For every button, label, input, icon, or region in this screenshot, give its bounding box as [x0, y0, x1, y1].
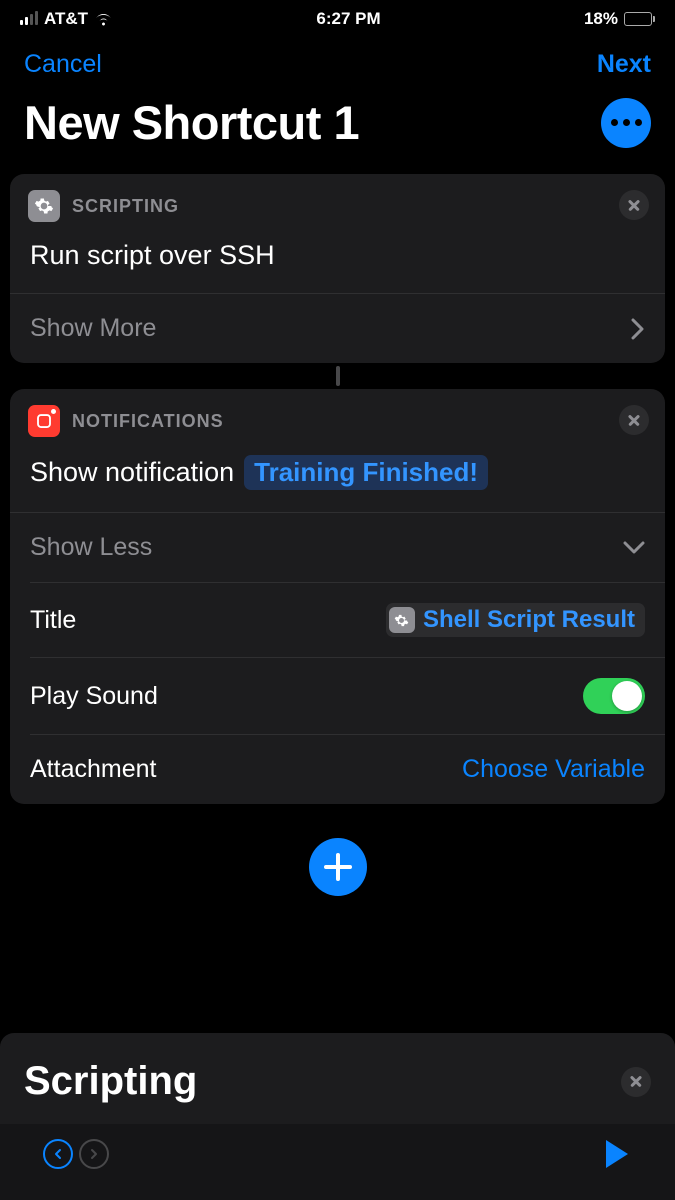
action-card-notifications: NOTIFICATIONS Show notification Training… — [10, 389, 665, 804]
status-bar: AT&T 6:27 PM 18% — [0, 0, 675, 38]
battery-icon — [624, 12, 655, 26]
chevron-down-icon — [623, 541, 645, 555]
editor-toolbar — [0, 1124, 675, 1200]
action-title: Run script over SSH — [30, 240, 275, 271]
attachment-row[interactable]: Attachment Choose Variable — [10, 735, 665, 804]
action-title: Show notification — [30, 457, 234, 488]
title-variable-name: Shell Script Result — [423, 606, 635, 634]
field-label-title: Title — [30, 606, 76, 635]
play-sound-toggle[interactable] — [583, 678, 645, 714]
close-sheet-button[interactable] — [621, 1067, 651, 1097]
expand-toggle-label: Show Less — [30, 533, 152, 562]
page-title: New Shortcut 1 — [24, 95, 359, 150]
action-card-scripting: SCRIPTING Run script over SSH Show More — [10, 174, 665, 363]
expand-toggle-label: Show More — [30, 314, 156, 343]
remove-action-button[interactable] — [619, 190, 649, 220]
nav-bar: Cancel Next — [0, 38, 675, 85]
run-button[interactable] — [599, 1136, 635, 1172]
notification-body-param[interactable]: Training Finished! — [244, 455, 488, 490]
sheet-title: Scripting — [24, 1059, 197, 1104]
field-label-attachment: Attachment — [30, 755, 156, 784]
gear-icon — [28, 190, 60, 222]
remove-action-button[interactable] — [619, 405, 649, 435]
chevron-right-icon — [631, 318, 645, 340]
wifi-icon — [94, 12, 113, 26]
field-label-play-sound: Play Sound — [30, 682, 158, 711]
gear-icon — [389, 607, 415, 633]
cancel-button[interactable]: Cancel — [24, 50, 102, 79]
action-connector — [336, 366, 340, 386]
add-action-button[interactable] — [309, 838, 367, 896]
carrier-label: AT&T — [44, 9, 88, 29]
redo-button — [76, 1136, 112, 1172]
battery-percentage: 18% — [584, 9, 618, 29]
title-variable-chip[interactable]: Shell Script Result — [386, 603, 645, 637]
action-category-label: SCRIPTING — [72, 196, 179, 217]
notification-icon — [28, 405, 60, 437]
more-options-button[interactable] — [601, 98, 651, 148]
choose-variable-button[interactable]: Choose Variable — [462, 755, 645, 784]
undo-button[interactable] — [40, 1136, 76, 1172]
show-less-row[interactable]: Show Less — [10, 513, 665, 582]
clock: 6:27 PM — [316, 9, 380, 29]
play-icon — [606, 1140, 628, 1168]
undo-icon — [43, 1139, 73, 1169]
next-button[interactable]: Next — [597, 50, 651, 79]
redo-icon — [79, 1139, 109, 1169]
action-category-label: NOTIFICATIONS — [72, 411, 224, 432]
cellular-signal-icon — [20, 13, 38, 25]
action-library-sheet[interactable]: Scripting — [0, 1033, 675, 1200]
title-field-row[interactable]: Title Shell Script Result — [10, 583, 665, 657]
play-sound-row: Play Sound — [10, 658, 665, 734]
show-more-row[interactable]: Show More — [10, 294, 665, 363]
